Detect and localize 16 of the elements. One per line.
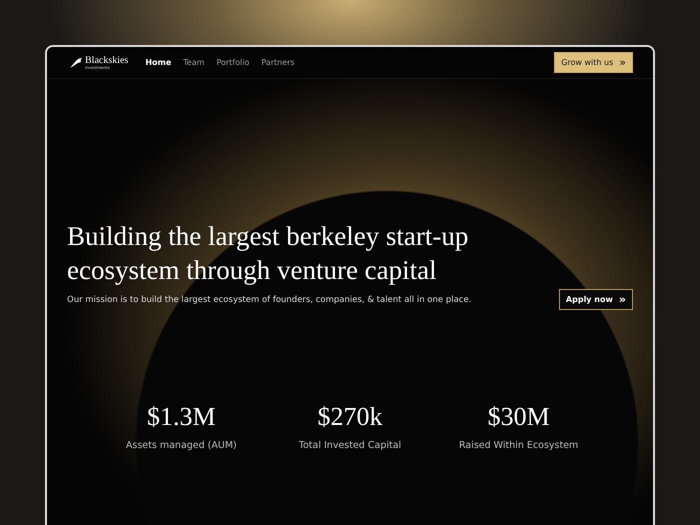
- stat-value: $30M: [488, 402, 550, 432]
- grow-with-us-button[interactable]: Grow with us »: [554, 52, 633, 73]
- stat-label: Assets managed (AUM): [126, 440, 237, 451]
- nav-link[interactable]: Partners: [261, 58, 295, 67]
- apply-now-button[interactable]: Apply now »: [558, 289, 633, 310]
- stat-value: $1.3M: [147, 402, 216, 432]
- hero-heading: Building the largest berkeley start-up ecosystem through venture capital: [67, 220, 470, 287]
- comet-logo-icon: [69, 56, 83, 68]
- hero-subtitle: Our mission is to build the largest ecosystem of founders, companies, & talent all in one place.: [67, 294, 472, 304]
- nav-link[interactable]: Home: [145, 58, 172, 67]
- stat-value: $270k: [317, 402, 382, 432]
- brand-name: Blackskies: [85, 56, 128, 66]
- nav-link[interactable]: Team: [183, 58, 204, 67]
- stat-label: Total Invested Capital: [298, 440, 402, 451]
- stat-label: Raised Within Ecosystem: [458, 440, 578, 451]
- nav-link[interactable]: Portfolio: [216, 58, 250, 67]
